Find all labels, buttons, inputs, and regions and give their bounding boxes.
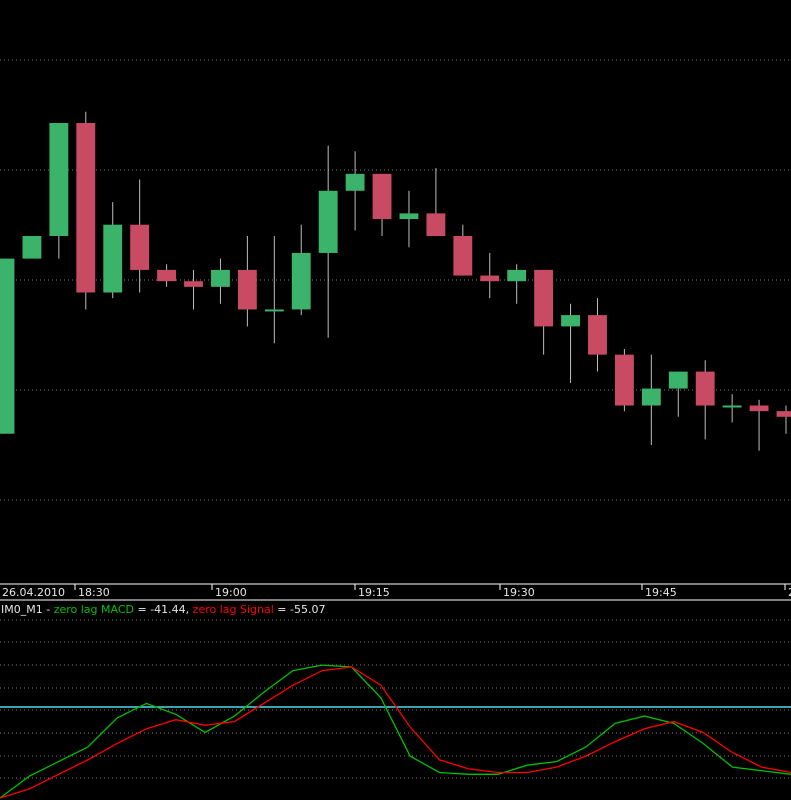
candle-body (561, 315, 580, 327)
candle-body (749, 405, 769, 412)
candle-body (22, 236, 42, 259)
indicator-prefix: IM0_M1 - (1, 603, 54, 616)
macd-value: = -41.44, (134, 603, 193, 616)
chart-canvas: 26.04.2010 18:3019:0019:1519:3019:452 IM… (0, 59, 791, 799)
time-tick-label: 19:00 (215, 586, 247, 599)
time-tick-label: 19:30 (503, 586, 535, 599)
candle-body (588, 315, 607, 355)
candlestick-series (0, 111, 791, 451)
time-tick-label: 19:45 (645, 586, 677, 599)
candle-body (237, 269, 257, 310)
time-tick-label: 18:30 (78, 586, 110, 599)
candle-body (291, 252, 311, 310)
candle-body (157, 269, 177, 282)
time-tick-label: 19:15 (358, 586, 390, 599)
signal-label: zero lag Signal (193, 603, 274, 616)
candle-body (0, 258, 15, 434)
candle-body (184, 281, 203, 287)
indicator-grid (0, 619, 791, 779)
candle-body (641, 388, 661, 406)
candle-body (318, 190, 338, 253)
candle-body (426, 213, 446, 236)
candle-body (345, 173, 365, 191)
candle-body (480, 275, 500, 282)
macd-label: zero lag MACD (54, 603, 134, 616)
candle-body (264, 309, 284, 312)
candle-body (372, 173, 392, 220)
candle-body (103, 224, 123, 293)
candle-body (534, 269, 554, 327)
candle-body (507, 269, 527, 282)
date-label: 26.04.2010 (2, 586, 65, 599)
time-axis: 26.04.2010 18:3019:0019:1519:3019:452 (0, 583, 791, 599)
candle-body (453, 236, 473, 276)
candle-body (211, 269, 230, 287)
candle-body (399, 213, 419, 220)
candle-body (722, 405, 742, 408)
signal-value: = -55.07 (274, 603, 326, 616)
candle-body (695, 371, 715, 406)
candle-body (130, 224, 150, 270)
indicator-legend: IM0_M1 - zero lag MACD = -41.44, zero la… (1, 603, 325, 616)
candle-body (668, 371, 688, 389)
candle-body (776, 411, 791, 417)
candle-body (76, 123, 96, 293)
candle-body (614, 354, 634, 406)
candle-body (49, 123, 69, 236)
trading-chart: 26.04.2010 18:3019:0019:1519:3019:452 IM… (0, 0, 791, 800)
